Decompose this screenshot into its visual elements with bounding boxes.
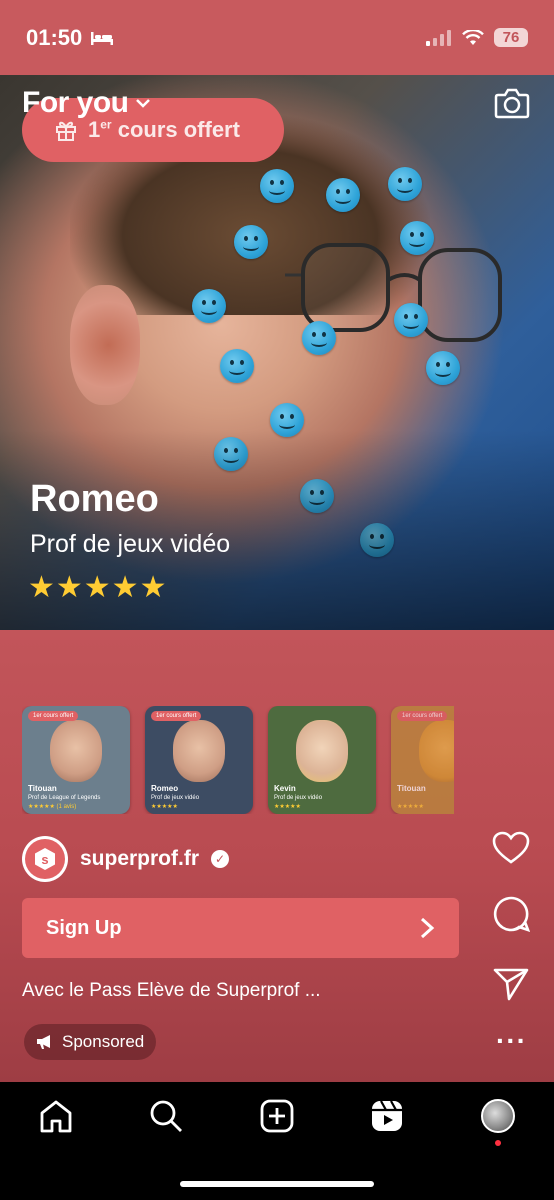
- camera-button[interactable]: [494, 86, 530, 120]
- card-tag: 1er cours offert: [151, 711, 202, 721]
- ad-caption[interactable]: Avec le Pass Elève de Superprof ...: [22, 980, 321, 1002]
- advertiser-name[interactable]: superprof.fr: [80, 847, 199, 871]
- card-subject: Prof de League of Legends: [28, 795, 101, 801]
- card-subject: Prof de jeux vidéo: [274, 795, 323, 801]
- comment-button[interactable]: [490, 894, 532, 934]
- card-tag: 1er cours offert: [397, 711, 448, 721]
- more-options-icon[interactable]: ···: [496, 1027, 527, 1055]
- profile-avatar: [481, 1099, 515, 1133]
- paper-plane-icon: [493, 968, 529, 1001]
- status-bar: 01:50 76: [0, 0, 554, 75]
- tutor-card[interactable]: 1er cours offert Romeo Prof de jeux vidé…: [145, 706, 253, 814]
- tutor-card[interactable]: 1er cours offert Titouan Prof de League …: [22, 706, 130, 814]
- camera-icon: [494, 88, 530, 119]
- card-stars: ★★★★★: [151, 804, 178, 810]
- card-name: Kevin: [274, 784, 296, 793]
- card-photo: [173, 720, 225, 782]
- card-name: Titouan: [397, 784, 426, 793]
- sponsored-badge[interactable]: Sponsored: [24, 1024, 157, 1060]
- sticker-dot: [426, 351, 460, 385]
- heart-icon: [492, 831, 530, 864]
- status-time: 01:50: [26, 25, 114, 51]
- reels-icon: [372, 1100, 402, 1131]
- verified-badge-icon: ✓: [211, 850, 230, 868]
- nav-profile[interactable]: [478, 1096, 518, 1146]
- gift-icon: [56, 121, 76, 141]
- nav-home[interactable]: [36, 1096, 76, 1136]
- tutor-name: Romeo: [30, 478, 159, 520]
- sticker-dot: [302, 321, 336, 355]
- sticker-dot: [326, 178, 360, 212]
- nav-search[interactable]: [146, 1096, 186, 1136]
- megaphone-icon: [37, 1035, 50, 1049]
- sticker-dot: [400, 221, 434, 255]
- sticker-dot: [192, 289, 226, 323]
- search-icon: [150, 1100, 182, 1132]
- home-indicator: [180, 1181, 374, 1187]
- sign-up-button[interactable]: Sign Up: [22, 898, 459, 958]
- card-name: Romeo: [151, 784, 179, 793]
- tutor-card[interactable]: 1er cours offert Titouan ★★★★★: [391, 706, 454, 814]
- battery-indicator: 76: [494, 28, 528, 47]
- brand-logo-mark: s: [25, 839, 65, 879]
- tutor-card[interactable]: Kevin Prof de jeux vidéo ★★★★★: [268, 706, 376, 814]
- sticker-dot: [234, 225, 268, 259]
- bed-icon: [91, 31, 114, 45]
- plus-square-icon: [260, 1099, 294, 1133]
- sign-up-label: Sign Up: [46, 916, 122, 939]
- tutor-subject: Prof de jeux vidéo: [30, 530, 231, 558]
- signal-icon: [426, 29, 451, 46]
- notification-dot: [495, 1140, 501, 1146]
- chevron-down-icon: [135, 99, 150, 108]
- share-button[interactable]: [490, 964, 532, 1004]
- chevron-right-icon: [420, 917, 435, 939]
- status-right: 76: [426, 28, 528, 47]
- sticker-dot: [260, 169, 294, 203]
- tutor-carousel[interactable]: 1er cours offert Titouan Prof de League …: [22, 706, 454, 814]
- nav-create[interactable]: [257, 1096, 297, 1136]
- card-subject: Prof de jeux vidéo: [151, 795, 200, 801]
- feed-label: For you: [22, 86, 129, 119]
- advertiser-row[interactable]: s superprof.fr ✓: [22, 836, 230, 882]
- svg-text:s: s: [41, 852, 48, 867]
- brand-logo[interactable]: s: [22, 836, 68, 882]
- promo-label: 1er cours offert: [88, 117, 240, 142]
- feed-selector[interactable]: For you: [22, 86, 151, 120]
- wifi-icon: [462, 29, 484, 45]
- like-button[interactable]: [490, 828, 532, 868]
- superprof-logo-icon: s: [35, 848, 55, 870]
- card-name: Titouan: [28, 784, 57, 793]
- tutor-rating-stars: ★★★★★: [28, 571, 168, 604]
- card-stars: ★★★★★: [397, 804, 424, 810]
- time-text: 01:50: [26, 24, 83, 50]
- sticker-dot: [394, 303, 428, 337]
- sticker-dot: [220, 349, 254, 383]
- card-photo: [50, 720, 102, 782]
- comment-icon: [493, 896, 530, 933]
- hero-ear: [70, 285, 140, 405]
- card-photo: [296, 720, 348, 782]
- card-stars: ★★★★★ (1 avis): [28, 804, 77, 810]
- home-icon: [40, 1100, 72, 1133]
- card-tag: 1er cours offert: [28, 711, 79, 721]
- sponsored-label: Sponsored: [62, 1032, 145, 1051]
- nav-reels[interactable]: [367, 1096, 407, 1136]
- card-stars: ★★★★★: [274, 804, 301, 810]
- card-photo: [419, 720, 454, 782]
- sticker-dot: [388, 167, 422, 201]
